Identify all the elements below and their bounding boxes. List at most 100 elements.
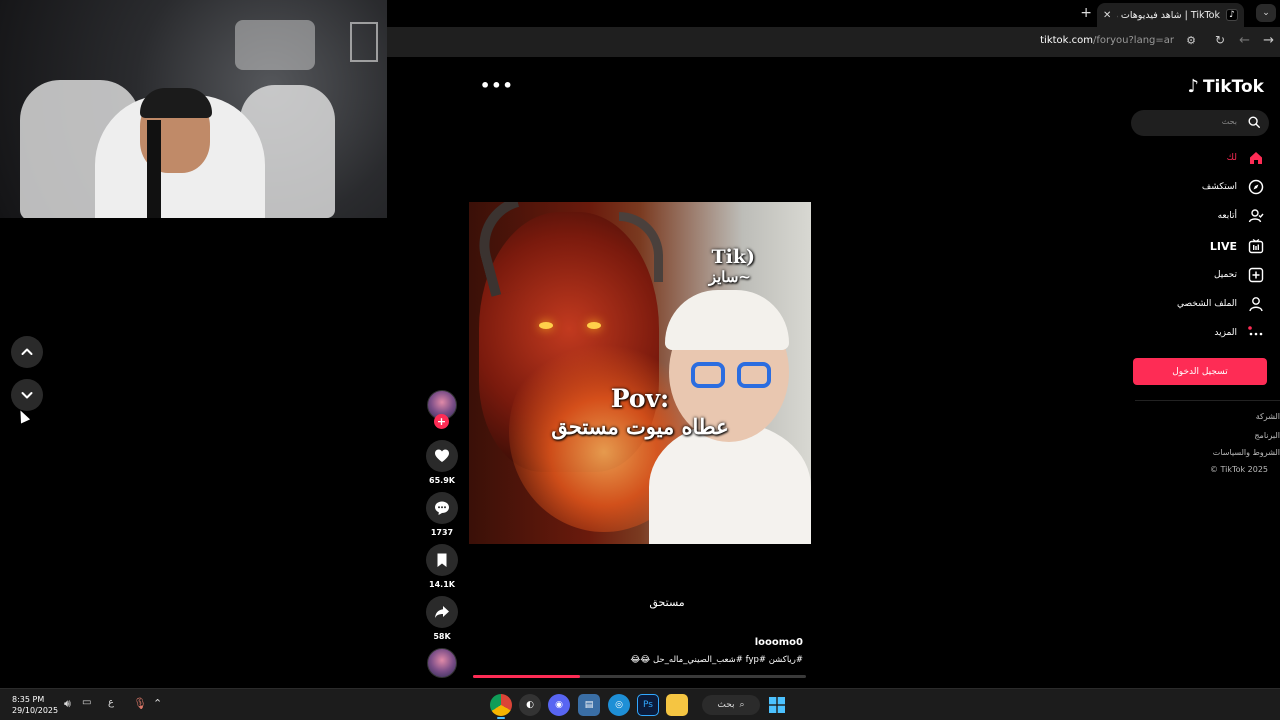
sidebar-item-profile[interactable]: الملف الشخصي <box>1177 293 1264 315</box>
comment-count: 1737 <box>430 528 454 537</box>
search-placeholder: بحث <box>1221 117 1237 126</box>
compass-icon <box>1247 179 1264 196</box>
browser-tab-tiktok[interactable]: ✕ TikTok | شاهد فيديوهات متصدرة ♪ <box>1097 3 1244 27</box>
upload-icon <box>1247 267 1264 284</box>
site-settings-icon[interactable]: ⚙ <box>1186 34 1196 47</box>
microphone-icon[interactable]: 🎙︎ <box>133 697 147 710</box>
tab-search-menu-button[interactable]: ⌄ <box>1256 4 1276 22</box>
volume-icon[interactable]: 🔊︎ <box>64 697 71 711</box>
taskbar-search-label: بحث <box>717 700 735 710</box>
video-progress-bar[interactable] <box>473 675 806 678</box>
footer-link-terms[interactable]: الشروط والسياسات <box>1213 448 1280 457</box>
taskbar-date: 29/10/2025 <box>12 706 59 715</box>
search-icon: ⌕ <box>739 700 745 710</box>
profile-icon <box>1247 296 1264 313</box>
sidebar-item-live[interactable]: LIVE <box>1210 235 1264 257</box>
video-overlay-tik: Tik) <box>711 246 755 268</box>
home-icon <box>1247 150 1264 167</box>
sidebar-item-more[interactable]: المزيد <box>1214 322 1264 344</box>
window-app-icon[interactable]: ▤ <box>578 694 600 716</box>
video-subtitle: مستحق <box>649 596 685 609</box>
tiktok-note-icon: ♪ <box>1187 76 1199 97</box>
taskbar-clock[interactable]: 8:35 PM 29/10/2025 <box>12 694 58 716</box>
chrome-active-indicator <box>497 717 505 719</box>
forward-arrow-icon[interactable]: ← <box>1239 33 1250 48</box>
like-count: 65.9K <box>429 476 455 485</box>
webcam-streamer-cap <box>140 88 212 118</box>
save-button[interactable] <box>426 544 458 576</box>
sidebar-item-label: تحميل <box>1213 270 1237 280</box>
save-count: 14.1K <box>429 580 455 589</box>
taskbar-search[interactable]: بحث ⌕ <box>702 695 760 715</box>
input-language-indicator[interactable]: ع <box>108 697 114 708</box>
bookmark-icon <box>437 553 447 567</box>
file-explorer-icon[interactable] <box>666 694 688 716</box>
discord-app-icon[interactable]: ◉ <box>548 694 570 716</box>
sidebar-item-label: أتابعه <box>1217 211 1237 221</box>
obs-app-icon[interactable]: ◐ <box>519 694 541 716</box>
new-tab-button[interactable]: + <box>1080 5 1092 21</box>
close-tab-icon[interactable]: ✕ <box>1103 10 1111 21</box>
following-icon <box>1247 208 1264 225</box>
photoshop-app-icon[interactable]: Ps <box>637 694 659 716</box>
back-arrow-icon[interactable]: → <box>1263 33 1274 48</box>
video-devil-eye <box>539 322 553 329</box>
edge-app-icon[interactable]: ◎ <box>608 694 630 716</box>
chrome-app-icon[interactable] <box>490 694 512 716</box>
video-author-username[interactable]: looomo0 <box>755 637 803 648</box>
tiktok-logo-text: TikTok <box>1202 76 1264 97</box>
sidebar-item-label: استكشف <box>1201 182 1237 192</box>
video-devil-eye <box>587 322 601 329</box>
footer-link-program[interactable]: البرنامج <box>1254 431 1280 440</box>
share-icon <box>435 606 449 618</box>
footer-copyright: © TikTok 2025 <box>1210 465 1268 474</box>
show-hidden-icons-chevron-icon[interactable]: ⌃ <box>153 697 162 710</box>
video-overlay-pov: Pov: <box>610 384 670 413</box>
webcam-overlay <box>0 0 387 218</box>
more-icon <box>1247 325 1264 342</box>
search-input[interactable]: بحث <box>1131 110 1269 136</box>
tab-title: TikTok | شاهد فيديوهات متصدرة <box>1117 9 1220 21</box>
comment-icon <box>435 501 449 515</box>
search-icon[interactable] <box>1247 115 1261 129</box>
footer-link-company[interactable]: الشركة <box>1256 412 1280 421</box>
comment-button[interactable] <box>426 492 458 524</box>
url-text[interactable]: tiktok.com/foryou?lang=ar <box>1040 35 1174 46</box>
share-button[interactable] <box>426 596 458 628</box>
video-more-options-icon[interactable]: ••• <box>480 76 514 95</box>
follow-plus-icon[interactable]: + <box>434 414 449 429</box>
url-host: tiktok.com <box>1040 35 1093 46</box>
windows-start-icon[interactable] <box>766 694 788 716</box>
like-button[interactable] <box>426 440 458 472</box>
live-icon <box>1247 238 1264 255</box>
video-progress-fill <box>473 675 580 678</box>
next-video-button[interactable] <box>11 379 43 411</box>
browser-address-bar[interactable]: → ← ↻ ⚙ tiktok.com/foryou?lang=ar <box>387 27 1280 57</box>
network-icon[interactable]: ▭ <box>82 697 91 708</box>
video-player[interactable]: Tik) سايز~ Pov: عطاه ميوت مستحق <box>469 202 811 544</box>
sidebar-item-following[interactable]: أتابعه <box>1218 205 1264 227</box>
sound-avatar[interactable] <box>427 648 457 678</box>
sidebar-item-explore[interactable]: استكشف <box>1202 176 1264 198</box>
video-overlay-caption: عطاه ميوت مستحق <box>551 414 729 439</box>
url-path: /foryou?lang=ar <box>1092 35 1174 46</box>
chevron-down-icon <box>21 392 33 399</box>
previous-video-button[interactable] <box>11 336 43 368</box>
reload-icon[interactable]: ↻ <box>1215 33 1225 47</box>
share-count: 58K <box>433 632 451 641</box>
tiktok-logo[interactable]: ♪ TikTok <box>1187 76 1264 97</box>
login-button[interactable]: تسجيل الدخول <box>1133 358 1267 385</box>
heart-icon <box>435 449 449 462</box>
sidebar-item-label: LIVE <box>1209 239 1237 253</box>
chevron-up-icon <box>21 348 33 355</box>
sidebar-item-upload[interactable]: تحميل <box>1214 264 1264 286</box>
sidebar-item-for-you[interactable]: لك <box>1227 147 1264 169</box>
webcam-neon-sign <box>235 20 315 70</box>
screen: + ✕ TikTok | شاهد فيديوهات متصدرة ♪ ⌄ → … <box>0 0 1280 720</box>
video-overlay-saiz: سايز~ <box>708 268 751 286</box>
sidebar-item-label: لك <box>1226 153 1237 163</box>
taskbar-time: 8:35 PM <box>12 695 45 704</box>
windows-taskbar: 8:35 PM 29/10/2025 🔊︎ ▭ ع 🎙︎ ⌃ ◐ ◉ ▤ ◎ P… <box>0 688 1280 720</box>
sidebar-item-label: الملف الشخصي <box>1177 299 1237 309</box>
video-description[interactable]: #رياكشن #fyp #شعب_الصيني_ماله_حل 😂😂 <box>630 655 803 665</box>
